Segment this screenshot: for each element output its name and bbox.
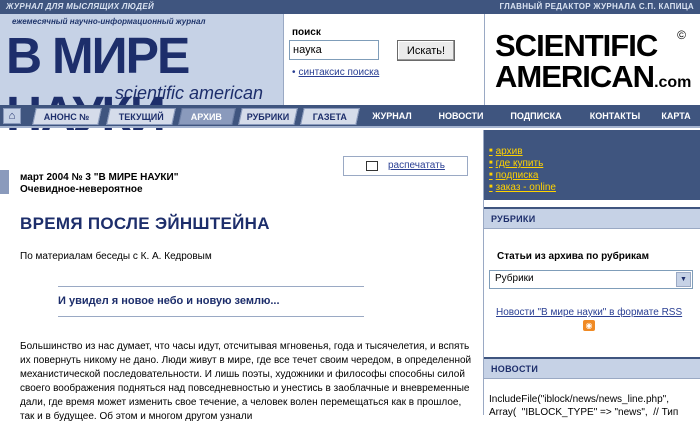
sidebar-item-order[interactable]: заказ - online — [489, 182, 556, 193]
header: ежемесячный научно-информационный журнал… — [0, 14, 700, 143]
rubrics-select-value: Рубрики — [495, 273, 534, 284]
tab-label: АНОНС № — [44, 112, 90, 122]
news-header: НОВОСТИ — [484, 357, 700, 379]
tab-archive[interactable]: АРХИВ — [178, 108, 236, 125]
logo[interactable]: ежемесячный научно-информационный журнал… — [0, 14, 283, 143]
tab-rubrics[interactable]: РУБРИКИ — [238, 108, 298, 125]
tab-anons[interactable]: АНОНС № — [32, 108, 102, 125]
news-code-line: IncludeFile("iblock/news/news_line.php", — [489, 394, 669, 405]
tab-label: ГАЗЕТА — [312, 112, 347, 122]
sidebar-links: архив где купить подписка заказ - online — [484, 130, 700, 200]
rss-icon[interactable]: ◉ — [583, 320, 595, 331]
tab-label: ТЕКУЩИЙ — [118, 112, 164, 122]
epigraph: И увидел я новое небо и новую землю... — [58, 295, 280, 307]
divider — [58, 286, 364, 287]
news-code-line: Array( "IBLOCK_TYPE" => "news", // Тип — [489, 407, 679, 418]
sa-line2: AMERICAN.com — [495, 61, 691, 98]
rss-link[interactable]: Новости "В мире науки" в формате RSS — [496, 307, 682, 318]
bullet-icon: • — [292, 67, 296, 78]
copyright-icon: © — [677, 28, 686, 42]
tagline: ЖУРНАЛ ДЛЯ МЫСЛЯЩИХ ЛЮДЕЙ — [6, 2, 155, 11]
editor-line: ГЛАВНЫЙ РЕДАКТОР ЖУРНАЛА С.П. КАПИЦА — [499, 2, 694, 11]
sa-logo[interactable]: SCIENTIFIC AMERICAN.com © — [484, 14, 700, 105]
sa-line2-text: AMERICAN — [495, 59, 655, 94]
sa-logo-text: SCIENTIFIC AMERICAN.com — [495, 30, 691, 98]
sidebar-item-subscription[interactable]: подписка — [489, 170, 539, 181]
sa-com: .com — [654, 74, 692, 91]
issue-line: март 2004 № 3 "В МИРЕ НАУКИ" — [20, 172, 179, 183]
print-label: распечатать — [388, 160, 445, 171]
search-panel: поиск Искать! •синтаксис поиска — [283, 14, 484, 105]
rubrics-header: РУБРИКИ — [484, 207, 700, 229]
search-input[interactable] — [289, 40, 379, 60]
sidebar-item-where-to-buy[interactable]: где купить — [489, 158, 544, 169]
chevron-down-icon[interactable]: ▼ — [676, 272, 691, 287]
tab-label: РУБРИКИ — [246, 112, 289, 122]
tab-current[interactable]: ТЕКУЩИЙ — [106, 108, 176, 125]
article: распечатать март 2004 № 3 "В МИРЕ НАУКИ"… — [0, 130, 483, 422]
rubrics-title: Статьи из архива по рубрикам — [497, 251, 650, 262]
search-button[interactable]: Искать! — [397, 40, 455, 61]
print-button[interactable]: распечатать — [343, 156, 468, 176]
search-title: поиск — [292, 27, 321, 38]
tab-map[interactable]: КАРТА — [656, 108, 696, 125]
tab-journal[interactable]: ЖУРНАЛ — [365, 108, 419, 125]
printer-icon — [366, 161, 378, 171]
tab-subscription[interactable]: ПОДПИСКА — [505, 108, 567, 125]
sidebar-item-archive[interactable]: архив — [489, 146, 523, 157]
syntax-link-label[interactable]: синтаксис поиска — [299, 67, 380, 78]
accent-bar — [0, 170, 9, 194]
syntax-link[interactable]: • синтаксис поиска — [292, 67, 379, 78]
tab-news[interactable]: НОВОСТИ — [432, 108, 490, 125]
rubric-line: Очевидное-невероятное — [20, 184, 143, 195]
sa-line1: SCIENTIFIC — [495, 28, 658, 63]
rubrics-select[interactable]: Рубрики ▼ — [489, 270, 693, 289]
sidebar: архив где купить подписка заказ - online… — [483, 130, 700, 418]
home-icon[interactable]: ⌂ — [3, 108, 21, 124]
top-strip: ЖУРНАЛ ДЛЯ МЫСЛЯЩИХ ЛЮДЕЙ ГЛАВНЫЙ РЕДАКТ… — [0, 0, 700, 14]
byline: По материалам беседы с К. А. Кедровым — [20, 251, 212, 262]
logo-subtitle: ежемесячный научно-информационный журнал — [12, 17, 206, 26]
divider — [58, 316, 364, 317]
news-content: IncludeFile("iblock/news/news_line.php",… — [489, 393, 678, 419]
article-body: Большинство из нас думает, что часы идут… — [20, 341, 472, 422]
tab-contacts[interactable]: КОНТАКТЫ — [582, 108, 648, 125]
tab-label: АРХИВ — [191, 112, 223, 122]
tab-newspaper[interactable]: ГАЗЕТА — [300, 108, 360, 125]
main-nav: ⌂ АНОНС № ТЕКУЩИЙ АРХИВ РУБРИКИ ГАЗЕТА Ж… — [0, 105, 700, 128]
page-title: ВРЕМЯ ПОСЛЕ ЭЙНШТЕЙНА — [20, 214, 270, 233]
logo-english: scientific american — [115, 83, 264, 103]
